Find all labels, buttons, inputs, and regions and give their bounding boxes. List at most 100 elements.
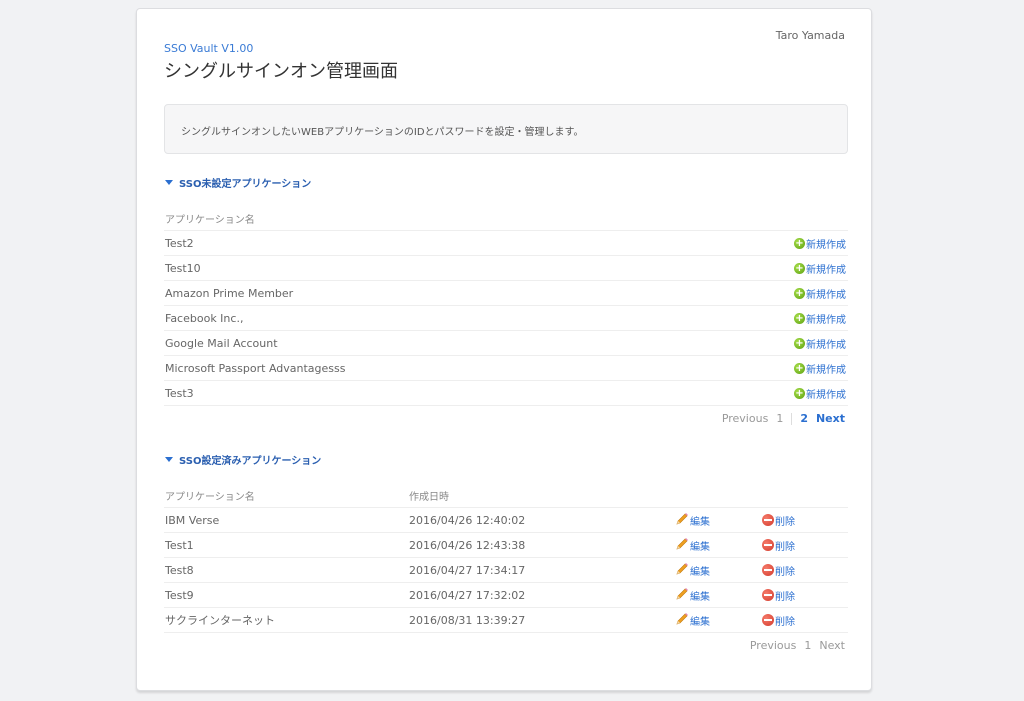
- create-new-label: 新規作成: [806, 339, 846, 351]
- app-name: Facebook Inc.,: [165, 311, 244, 325]
- caret-down-icon: [165, 457, 173, 462]
- create-new-link[interactable]: + 新規作成: [794, 361, 846, 376]
- minus-circle-icon: [762, 614, 774, 626]
- column-header-app-name: アプリケーション名: [165, 491, 255, 503]
- edit-link[interactable]: 編集: [675, 512, 710, 529]
- created-at: 2016/08/31 13:39:27: [409, 613, 526, 627]
- pager-previous[interactable]: Previous: [722, 412, 769, 425]
- app-name: Google Mail Account: [165, 336, 278, 350]
- table-row: Test10 + 新規作成: [164, 256, 848, 281]
- section-toggle-configured[interactable]: SSO設定済みアプリケーション: [165, 452, 321, 467]
- delete-link[interactable]: 削除: [762, 588, 795, 603]
- table-row: Microsoft Passport Advantagesss + 新規作成: [164, 356, 848, 381]
- delete-label: 削除: [775, 516, 795, 528]
- created-at: 2016/04/26 12:40:02: [409, 513, 526, 527]
- pager-next[interactable]: Next: [816, 412, 845, 425]
- edit-link[interactable]: 編集: [675, 587, 710, 604]
- delete-link[interactable]: 削除: [762, 538, 795, 553]
- table-row: Facebook Inc., + 新規作成: [164, 306, 848, 331]
- pencil-icon: [675, 512, 689, 529]
- minus-circle-icon: [762, 589, 774, 601]
- edit-label: 編集: [690, 591, 710, 603]
- delete-label: 削除: [775, 616, 795, 628]
- section-title-unconfigured: SSO未設定アプリケーション: [179, 179, 312, 190]
- app-name: Test2: [165, 236, 194, 250]
- create-new-link[interactable]: + 新規作成: [794, 311, 846, 326]
- info-box: シングルサインオンしたいWEBアプリケーションのIDとパスワードを設定・管理しま…: [164, 104, 848, 154]
- minus-circle-icon: [762, 514, 774, 526]
- minus-circle-icon: [762, 539, 774, 551]
- edit-link[interactable]: 編集: [675, 537, 710, 554]
- create-new-link[interactable]: + 新規作成: [794, 286, 846, 301]
- create-new-link[interactable]: + 新規作成: [794, 261, 846, 276]
- delete-label: 削除: [775, 591, 795, 603]
- delete-link[interactable]: 削除: [762, 513, 795, 528]
- unconfigured-pager: Previous 1 2 Next: [722, 412, 845, 425]
- plus-circle-icon: +: [794, 312, 805, 324]
- app-name: Test9: [165, 588, 194, 602]
- table-row: Test8 2016/04/27 17:34:17 編集 削除: [164, 558, 848, 583]
- app-name: Test8: [165, 563, 194, 577]
- create-new-link[interactable]: + 新規作成: [794, 386, 846, 401]
- app-name: Test1: [165, 538, 194, 552]
- pager-separator: [791, 412, 793, 425]
- plus-circle-icon: +: [794, 387, 805, 399]
- plus-circle-icon: +: [794, 337, 805, 349]
- table-row: Google Mail Account + 新規作成: [164, 331, 848, 356]
- pencil-icon: [675, 562, 689, 579]
- delete-link[interactable]: 削除: [762, 563, 795, 578]
- delete-label: 削除: [775, 566, 795, 578]
- delete-link[interactable]: 削除: [762, 613, 795, 628]
- created-at: 2016/04/27 17:34:17: [409, 563, 526, 577]
- create-new-label: 新規作成: [806, 364, 846, 376]
- app-version: SSO Vault V1.00: [164, 42, 254, 55]
- edit-label: 編集: [690, 541, 710, 553]
- create-new-label: 新規作成: [806, 264, 846, 276]
- plus-circle-icon: +: [794, 237, 805, 249]
- pager-page-2[interactable]: 2: [800, 412, 808, 425]
- pager-previous[interactable]: Previous: [750, 639, 797, 652]
- info-text: シングルサインオンしたいWEBアプリケーションのIDとパスワードを設定・管理しま…: [181, 127, 584, 138]
- create-new-label: 新規作成: [806, 239, 846, 251]
- section-title-configured: SSO設定済みアプリケーション: [179, 456, 322, 467]
- app-name: Microsoft Passport Advantagesss: [165, 361, 346, 375]
- pencil-icon: [675, 612, 689, 629]
- app-name: Test3: [165, 386, 194, 400]
- pager-next[interactable]: Next: [819, 639, 845, 652]
- create-new-link[interactable]: + 新規作成: [794, 236, 846, 251]
- configured-pager: Previous 1 Next: [750, 639, 845, 652]
- column-header-app-name: アプリケーション名: [165, 214, 255, 226]
- create-new-label: 新規作成: [806, 389, 846, 401]
- edit-label: 編集: [690, 616, 710, 628]
- table-row: Test1 2016/04/26 12:43:38 編集 削除: [164, 533, 848, 558]
- edit-link[interactable]: 編集: [675, 562, 710, 579]
- table-row: サクラインターネット 2016/08/31 13:39:27 編集 削除: [164, 608, 848, 633]
- configured-table: アプリケーション名 作成日時 IBM Verse 2016/04/26 12:40…: [164, 483, 848, 633]
- section-toggle-unconfigured[interactable]: SSO未設定アプリケーション: [165, 175, 311, 190]
- caret-down-icon: [165, 180, 173, 185]
- app-name: IBM Verse: [165, 513, 220, 527]
- app-name: Amazon Prime Member: [165, 286, 294, 300]
- edit-label: 編集: [690, 566, 710, 578]
- create-new-link[interactable]: + 新規作成: [794, 336, 846, 351]
- create-new-label: 新規作成: [806, 289, 846, 301]
- edit-link[interactable]: 編集: [675, 612, 710, 629]
- table-header: アプリケーション名 作成日時: [164, 483, 848, 508]
- plus-circle-icon: +: [794, 287, 805, 299]
- delete-label: 削除: [775, 541, 795, 553]
- pager-page-1[interactable]: 1: [776, 412, 783, 425]
- table-row: IBM Verse 2016/04/26 12:40:02 編集 削除: [164, 508, 848, 533]
- table-row: Test2 + 新規作成: [164, 231, 848, 256]
- user-name[interactable]: Taro Yamada: [776, 29, 845, 42]
- created-at: 2016/04/27 17:32:02: [409, 588, 526, 602]
- main-card: Taro Yamada SSO Vault V1.00 シングルサインオン管理画…: [136, 8, 872, 691]
- app-name: サクラインターネット: [165, 614, 275, 627]
- pager-page-1[interactable]: 1: [804, 639, 811, 652]
- create-new-label: 新規作成: [806, 314, 846, 326]
- plus-circle-icon: +: [794, 262, 805, 274]
- unconfigured-table: アプリケーション名 Test2 + 新規作成 Test10 + 新規作成 Amazon Pr…: [164, 206, 848, 406]
- table-row: Test9 2016/04/27 17:32:02 編集 削除: [164, 583, 848, 608]
- created-at: 2016/04/26 12:43:38: [409, 538, 526, 552]
- table-header: アプリケーション名: [164, 206, 848, 231]
- table-row: Amazon Prime Member + 新規作成: [164, 281, 848, 306]
